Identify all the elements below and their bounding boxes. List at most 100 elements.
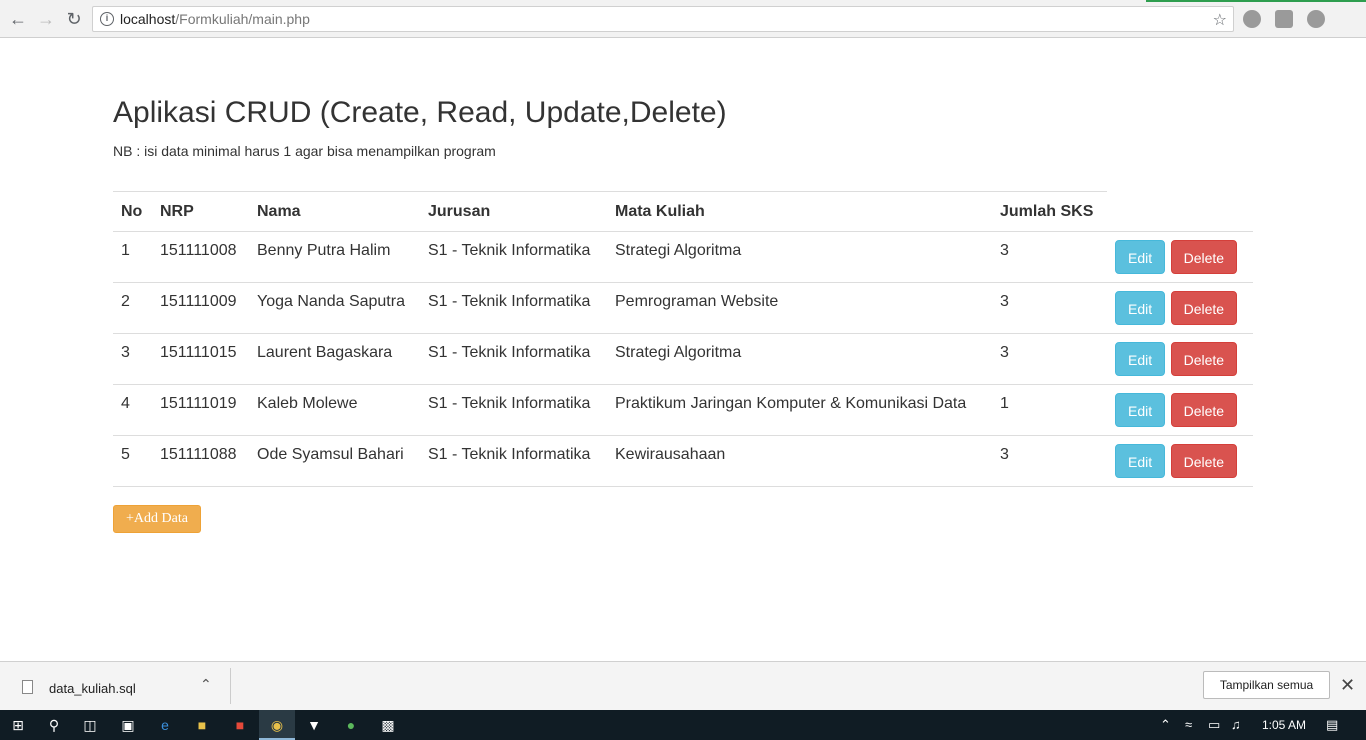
cell-no: 5 [113, 435, 152, 487]
store-icon[interactable]: ▣ [118, 715, 138, 735]
header-nama: Nama [249, 191, 420, 232]
header-mata-kuliah: Mata Kuliah [607, 191, 992, 232]
table-row: 5 151111088 Ode Syamsul Bahari S1 - Teknik … [113, 435, 1253, 487]
cell-nrp: 151111088 [152, 435, 249, 487]
window-accent [1146, 0, 1366, 2]
cell-jumlah-sks: 3 [992, 282, 1107, 334]
cell-jurusan: S1 - Teknik Informatika [420, 333, 607, 385]
cell-mata-kuliah: Strategi Algoritma [607, 231, 992, 283]
cell-nama: Ode Syamsul Bahari [249, 435, 420, 487]
cell-mata-kuliah: Pemrograman Website [607, 282, 992, 334]
browser-toolbar: ← → ↻ i localhost/Formkuliah/main.php ☆ [0, 0, 1366, 38]
cell-nama: Laurent Bagaskara [249, 333, 420, 385]
cell-jumlah-sks: 3 [992, 333, 1107, 385]
cell-jurusan: S1 - Teknik Informatika [420, 435, 607, 487]
windows-start-icon[interactable]: ⊞ [8, 715, 28, 735]
chrome-icon[interactable]: ◉ [267, 715, 287, 735]
xampp-icon[interactable]: ● [341, 715, 361, 735]
search-icon[interactable]: ⚲ [44, 715, 64, 735]
download-divider [230, 668, 231, 704]
cell-nama: Yoga Nanda Saputra [249, 282, 420, 334]
vpn-icon[interactable]: ▼ [304, 715, 324, 735]
volume-icon[interactable]: ♫ [1231, 717, 1241, 732]
table-row: 3 151111015 Laurent Bagaskara S1 - Teknik I… [113, 333, 1253, 385]
cell-nrp: 151111008 [152, 231, 249, 283]
terminal-icon[interactable]: ▩ [378, 715, 398, 735]
row-actions: Edit Delete [1107, 384, 1253, 436]
app-icon[interactable]: ■ [230, 715, 250, 735]
delete-button[interactable]: Delete [1170, 393, 1238, 427]
edge-icon[interactable]: e [155, 715, 175, 735]
download-file-name[interactable]: data_kuliah.sql [49, 681, 136, 696]
back-icon[interactable]: ← [7, 8, 29, 30]
cell-mata-kuliah: Praktikum Jaringan Komputer & Komunikasi… [607, 384, 992, 436]
cell-nrp: 151111019 [152, 384, 249, 436]
file-explorer-icon[interactable]: ■ [192, 715, 212, 735]
cell-mata-kuliah: Strategi Algoritma [607, 333, 992, 385]
cell-nrp: 151111009 [152, 282, 249, 334]
cell-jumlah-sks: 1 [992, 384, 1107, 436]
cell-no: 4 [113, 384, 152, 436]
row-actions: Edit Delete [1107, 333, 1253, 385]
task-view-icon[interactable]: ◫ [80, 715, 100, 735]
cell-jurusan: S1 - Teknik Informatika [420, 231, 607, 283]
download-bar: data_kuliah.sql ⌃ Tampilkan semua ✕ [0, 661, 1366, 710]
page-note: NB : isi data minimal harus 1 agar bisa … [113, 143, 496, 159]
cell-jumlah-sks: 3 [992, 435, 1107, 487]
header-jurusan: Jurusan [420, 191, 607, 232]
delete-button[interactable]: Delete [1170, 342, 1238, 376]
table-row: 2 151111009 Yoga Nanda Saputra S1 - Teknik … [113, 282, 1253, 334]
cell-no: 3 [113, 333, 152, 385]
shield-icon[interactable] [1275, 10, 1293, 28]
battery-icon[interactable]: ▭ [1208, 717, 1220, 733]
cell-nama: Benny Putra Halim [249, 231, 420, 283]
chevron-up-icon[interactable]: ⌃ [200, 676, 212, 693]
cell-mata-kuliah: Kewirausahaan [607, 435, 992, 487]
cell-nama: Kaleb Molewe [249, 384, 420, 436]
edit-button[interactable]: Edit [1115, 291, 1166, 325]
delete-button[interactable]: Delete [1170, 291, 1238, 325]
taskbar: ⊞ ⚲ ◫ ▣ e ■ ■ ◉ ▼ ● ▩ ⌃ ≈ ▭ ♫ 1:05 AM ▤ [0, 710, 1366, 740]
row-actions: Edit Delete [1107, 435, 1253, 487]
cell-jurusan: S1 - Teknik Informatika [420, 282, 607, 334]
header-actions [1107, 191, 1253, 232]
delete-button[interactable]: Delete [1170, 444, 1238, 478]
notifications-icon[interactable]: ▤ [1326, 717, 1338, 733]
page-title: Aplikasi CRUD (Create, Read, Update,Dele… [113, 96, 727, 129]
bookmark-star-icon[interactable]: ☆ [1213, 10, 1227, 30]
cell-jumlah-sks: 3 [992, 231, 1107, 283]
edit-button[interactable]: Edit [1115, 393, 1166, 427]
forward-icon[interactable]: → [35, 8, 57, 30]
edit-button[interactable]: Edit [1115, 240, 1166, 274]
globe-icon[interactable] [1307, 10, 1325, 28]
data-table: No NRP Nama Jurusan Mata Kuliah Jumlah S… [113, 191, 1253, 487]
wifi-icon[interactable]: ≈ [1185, 717, 1192, 732]
header-nrp: NRP [152, 191, 249, 232]
url-host: localhost [120, 11, 176, 27]
table-row: 4 151111019 Kaleb Molewe S1 - Teknik Inform… [113, 384, 1253, 436]
clock[interactable]: 1:05 AM [1262, 718, 1306, 732]
edit-button[interactable]: Edit [1115, 342, 1166, 376]
url-path: /Formkuliah/main.php [175, 11, 310, 27]
header-no: No [113, 191, 152, 232]
info-icon[interactable]: i [100, 12, 114, 26]
edit-button[interactable]: Edit [1115, 444, 1166, 478]
close-icon[interactable]: ✕ [1340, 675, 1355, 696]
header-jumlah-sks: Jumlah SKS [992, 191, 1107, 232]
url-text: localhost/Formkuliah/main.php [120, 11, 310, 27]
address-bar[interactable]: i localhost/Formkuliah/main.php ☆ [92, 6, 1234, 32]
table-row: 1 151111008 Benny Putra Halim S1 - Teknik I… [113, 231, 1253, 283]
table-header-row: No NRP Nama Jurusan Mata Kuliah Jumlah S… [113, 191, 1253, 232]
reload-icon[interactable]: ↻ [63, 8, 85, 30]
cell-no: 2 [113, 282, 152, 334]
delete-button[interactable]: Delete [1170, 240, 1238, 274]
file-icon [22, 680, 33, 694]
cell-no: 1 [113, 231, 152, 283]
add-data-button[interactable]: +Add Data [113, 505, 201, 533]
show-all-button[interactable]: Tampilkan semua [1203, 671, 1330, 699]
cell-nrp: 151111015 [152, 333, 249, 385]
row-actions: Edit Delete [1107, 282, 1253, 334]
row-actions: Edit Delete [1107, 231, 1253, 283]
tray-chevron-icon[interactable]: ⌃ [1160, 717, 1171, 733]
extension-icon[interactable] [1243, 10, 1261, 28]
